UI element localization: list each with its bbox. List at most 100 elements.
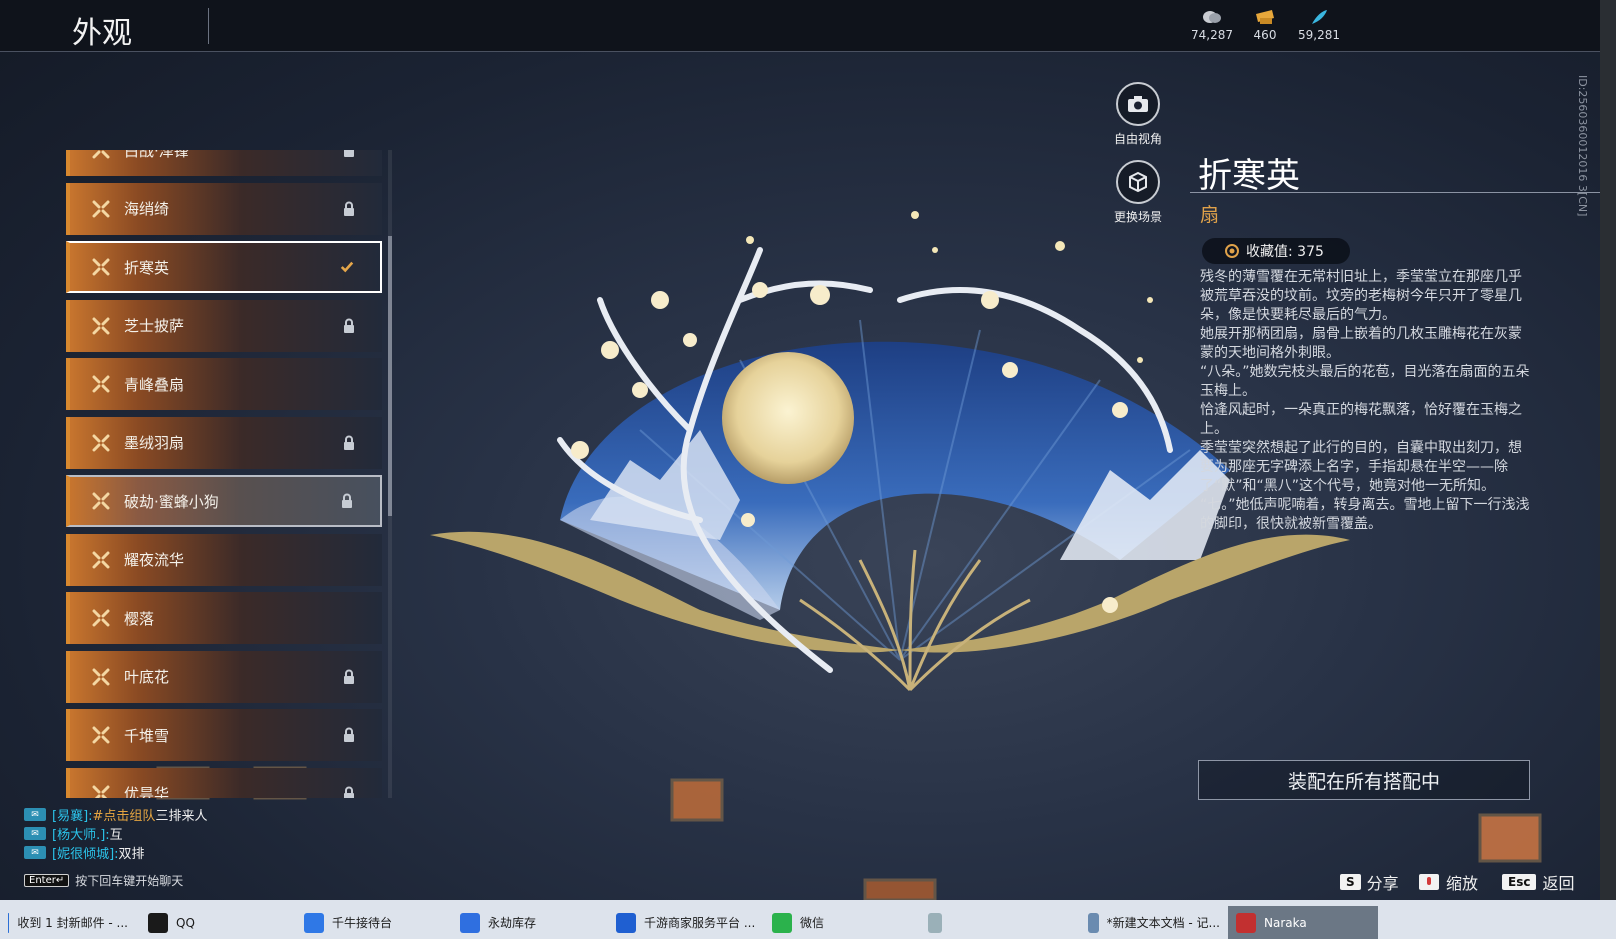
back-label: 返回 (1542, 874, 1575, 893)
app-icon (772, 912, 792, 933)
app-icon (460, 912, 480, 933)
taskbar-app-label: 千牛接待台 (332, 916, 393, 930)
skin-list-item[interactable]: 优昙华 (66, 767, 382, 798)
currency-feather[interactable]: 59,281 (1284, 8, 1354, 42)
free-view-button[interactable]: 自由视角 (1102, 82, 1174, 147)
description-paragraph: 恰逢风起时，一朵真正的梅花飘落，恰好覆在玉梅之上。 (1200, 402, 1522, 437)
check-icon (340, 261, 354, 273)
change-scene-circle (1116, 160, 1160, 204)
app-icon (148, 912, 168, 933)
chat-panel[interactable]: ✉ [易襄]: #点击组队 三排来人 ✉ [杨大师.]: 互 ✉ [妮很倾城]:… (24, 805, 207, 862)
taskbar-app[interactable] (920, 906, 950, 939)
free-view-circle (1116, 82, 1160, 126)
skin-emblem-icon (92, 726, 110, 744)
lock-icon (344, 669, 354, 684)
chat-message: 双排 (118, 847, 145, 862)
skin-emblem-icon (92, 434, 110, 451)
chat-channel-icon: ✉ (24, 808, 46, 821)
taskbar-app[interactable]: QQ (140, 906, 200, 939)
chat-input-hint[interactable]: Enter↵ 按下回车键开始聊天 (24, 872, 183, 889)
share-key-icon: S (1340, 874, 1361, 890)
taskbar-app[interactable]: *新建文本文档 - 记... (1080, 906, 1220, 939)
game-viewport: 外观 74,287 460 59,281 自由视角 更换场景 白战·泽锋 海绡绮折… (0, 0, 1600, 900)
feather-icon (1312, 10, 1327, 24)
taskbar-app[interactable]: 微信 (764, 906, 824, 939)
item-name: 折寒英 (1198, 156, 1300, 196)
title-divider (208, 8, 209, 44)
description-paragraph: 她展开那柄团扇，扇骨上嵌着的几枚玉雕梅花在灰蒙蒙的天地间格外刺眼。 (1200, 326, 1522, 361)
change-scene-button[interactable]: 更换场景 (1102, 160, 1174, 225)
skin-emblem-icon (92, 150, 110, 159)
item-type: 扇 (1200, 204, 1220, 226)
chat-channel-icon: ✉ (24, 827, 46, 840)
skin-list-scroll-thumb[interactable] (388, 236, 392, 516)
skin-name: 墨绒羽扇 (124, 434, 185, 452)
taskbar-app[interactable]: 千牛接待台 (296, 906, 406, 939)
chat-channel-icon: ✉ (24, 846, 46, 859)
chat-sender[interactable]: [妮很倾城]: (52, 843, 119, 862)
back-button[interactable]: Esc 返回 (1502, 870, 1574, 894)
mouse-scroll-icon (1419, 874, 1439, 890)
free-view-label: 自由视角 (1113, 132, 1162, 146)
skin-list-item[interactable]: 海绡绮 (66, 182, 382, 235)
lock-icon (344, 435, 354, 450)
item-description: 残冬的薄雪覆在无常村旧址上，季莹莹立在那座几乎被荒草吞没的坟前。坟旁的老梅树今年… (1200, 268, 1530, 534)
skin-list-item[interactable]: 青峰叠扇 (66, 358, 382, 410)
taskbar-app[interactable]: Naraka (1228, 906, 1378, 939)
skin-emblem-icon (92, 668, 110, 685)
chat-sender[interactable]: [易襄]: (52, 805, 93, 824)
taskbar-app-label: 收到 1 封新邮件 - ... (17, 916, 128, 930)
chat-message: 互 (109, 828, 123, 843)
description-paragraph: 季莹莹突然想起了此行的目的，自囊中取出刻刀，想要为那座无字碑添上名字，手指却悬在… (1200, 440, 1522, 494)
gold-ticket-icon (1256, 10, 1274, 24)
skin-list-item[interactable]: 破劫·蜜蜂小狗 (66, 475, 382, 527)
taskbar-app[interactable]: 收到 1 封新邮件 - ... (0, 906, 128, 939)
enter-key-icon: Enter↵ (24, 874, 70, 887)
skin-emblem-icon (92, 785, 110, 798)
cube-icon (1129, 171, 1147, 193)
esc-key-icon: Esc (1502, 874, 1537, 890)
unlocked-slot (342, 376, 356, 392)
top-bar: 外观 74,287 460 59,281 (0, 0, 1600, 52)
chat-team-link[interactable]: #点击组队 (93, 805, 156, 824)
skin-list-item[interactable]: 叶底花 (66, 650, 382, 703)
description-paragraph: “七。”她低声呢喃着，转身离去。雪地上留下一行浅浅的脚印，很快就被新雪覆盖。 (1200, 497, 1530, 532)
skin-list-item[interactable]: 折寒英 (66, 241, 382, 293)
taskbar-app-label: *新建文本文档 - 记... (1106, 916, 1220, 930)
skin-emblem-icon (92, 200, 110, 217)
skin-list[interactable]: 白战·泽锋海绡绮折寒英芝士披萨青峰叠扇墨绒羽扇破劫·蜜蜂小狗耀夜流华樱落叶底花千… (66, 150, 386, 798)
skin-emblem-icon (92, 609, 110, 627)
lock-icon (344, 201, 354, 216)
app-icon (928, 912, 942, 933)
skin-list-scrollbar[interactable] (388, 150, 392, 798)
description-paragraph: 残冬的薄雪覆在无常村旧址上，季莹莹立在那座几乎被荒草吞没的坟前。坟旁的老梅树今年… (1200, 269, 1522, 323)
skin-name: 耀夜流华 (124, 551, 185, 569)
taskbar-app[interactable]: 千游商家服务平台 ... (608, 906, 758, 939)
equip-all-loadouts-button[interactable]: 装配在所有搭配中 (1198, 760, 1530, 800)
taskbar-app-label: 千游商家服务平台 ... (644, 916, 756, 930)
chat-line: ✉ [杨大师.]: 互 (24, 824, 207, 843)
skin-list-item[interactable]: 樱落 (66, 592, 382, 644)
skin-name: 叶底花 (124, 668, 170, 686)
chat-hint-text: 按下回车键开始聊天 (75, 874, 184, 888)
skin-list-item[interactable]: 千堆雪 (66, 709, 382, 761)
skin-list-item[interactable]: 耀夜流华 (66, 533, 382, 586)
change-scene-label: 更换场景 (1113, 210, 1162, 224)
skin-list-item[interactable]: 白战·泽锋 (66, 150, 382, 176)
page-title: 外观 (72, 16, 132, 51)
share-button[interactable]: S 分享 (1340, 870, 1399, 894)
chat-line: ✉ [易襄]: #点击组队 三排来人 (24, 805, 207, 824)
player-id-text: ID:2560360012016 3[CN] (1576, 75, 1589, 217)
zoom-button[interactable]: 缩放 (1418, 870, 1478, 894)
window-edge (1600, 0, 1616, 900)
collection-value-text: 收藏值: 375 (1246, 244, 1324, 260)
chat-sender[interactable]: [杨大师.]: (52, 824, 110, 843)
skin-list-item[interactable]: 芝士披萨 (66, 299, 382, 352)
skin-name: 千堆雪 (124, 726, 170, 745)
share-label: 分享 (1366, 874, 1399, 893)
taskbar-app-label: 永劫库存 (488, 916, 537, 930)
skin-list-item[interactable]: 墨绒羽扇 (66, 416, 382, 469)
skin-name: 折寒英 (124, 258, 170, 277)
taskbar-app[interactable]: 永劫库存 (452, 906, 572, 939)
unlocked-slot (342, 552, 356, 568)
